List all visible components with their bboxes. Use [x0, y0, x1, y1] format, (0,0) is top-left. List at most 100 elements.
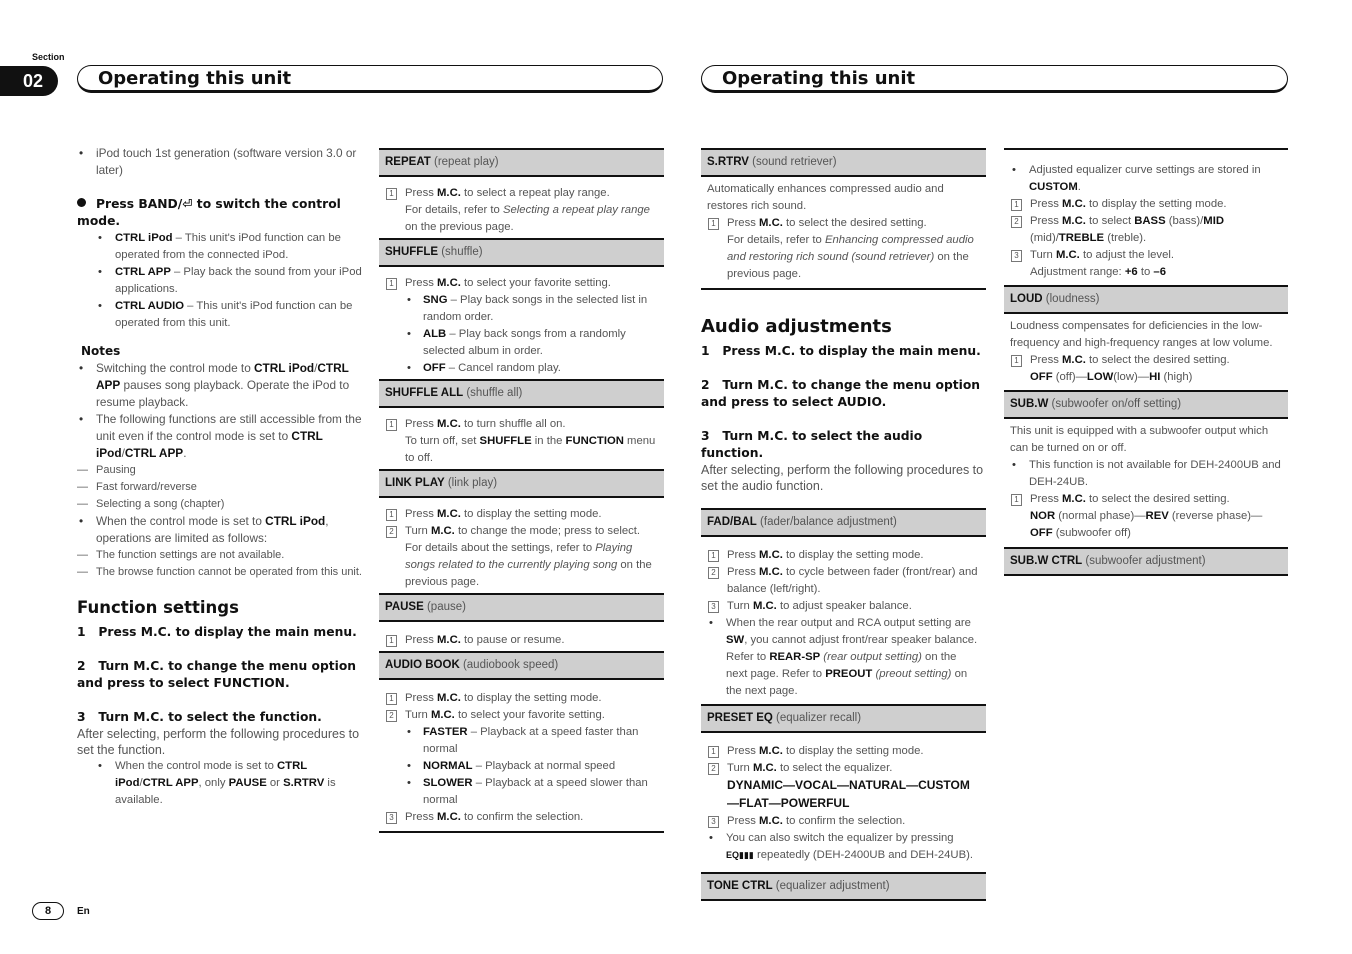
step-number-box: 1 [708, 550, 719, 562]
bold-term: NOR [1030, 510, 1056, 522]
shuffle-option: OFF – Cancel random play. [385, 360, 658, 377]
bold-term: REAR-SP [769, 651, 821, 663]
text-fragment: (treble). [1104, 232, 1147, 244]
numbered-step: 1 Press M.C. to select a repeat play rang… [385, 185, 658, 236]
notes-heading: Notes [81, 344, 121, 358]
text-fragment: You can also switch the equalizer by pre… [726, 832, 954, 844]
text-fragment: Turn M.C. to change the menu option and … [701, 378, 981, 409]
bold-term: M.C. [437, 692, 461, 704]
bold-term: M.C. [437, 634, 461, 646]
after-selecting-text: After selecting, perform the following p… [701, 463, 984, 493]
text-fragment: (subwoofer on/off setting) [1048, 398, 1182, 410]
bold-term: M.C. [1062, 198, 1086, 210]
bold-term: –6 [1153, 266, 1166, 278]
column-1: iPod touch 1st generation (software vers… [77, 145, 362, 809]
text-fragment: (reverse phase)— [1168, 510, 1263, 522]
text-fragment: repeatedly (DEH-2400UB and DEH-24UB). [753, 849, 974, 861]
text-fragment: 2 [77, 659, 86, 673]
text-fragment: – Playback at normal speed [472, 760, 616, 772]
text-fragment: – Play back songs from a randomly select… [423, 328, 626, 357]
numbered-step: 3 Press M.C. to confirm the selection. [385, 809, 658, 826]
text-fragment: Turn M.C. to select the audio function. [701, 429, 923, 460]
step-number-box: 1 [386, 278, 397, 290]
bold-term: M.C. [759, 566, 783, 578]
mode-item: CTRL AUDIO – This unit's iPod function c… [96, 298, 362, 332]
text-fragment: (shuffle) [438, 246, 483, 258]
text-fragment: Press [727, 815, 760, 827]
subw-body: This unit is equipped with a subwoofer o… [1004, 419, 1288, 544]
column-2: REPEAT (repeat play) 1 Press M.C. to sele… [379, 148, 664, 833]
text-fragment: Press [727, 217, 760, 229]
text-fragment: Press [405, 811, 438, 823]
numbered-step: 1 Press M.C. to select your favorite sett… [385, 275, 658, 292]
bold-term: M.C. [430, 709, 455, 721]
text-fragment: Turn [405, 709, 431, 721]
step-number-box: 1 [386, 635, 397, 647]
after-selecting-text: After selecting, perform the following p… [77, 727, 360, 757]
note-subitem: Pausing [77, 462, 362, 479]
text-fragment: Turn [727, 600, 753, 612]
text-fragment: pauses song playback. Operate the iPod t… [96, 378, 350, 409]
text-fragment: Press [405, 187, 438, 199]
page-number: 8 [32, 902, 64, 920]
italic-reference: (rear output setting) [820, 651, 922, 663]
numbered-step: 1 Press M.C. to select the desired settin… [1010, 491, 1282, 542]
numbered-step: 1 Press M.C. to select the desired settin… [707, 215, 980, 283]
text-fragment: to select the desired setting. [1085, 354, 1230, 366]
numbered-step: 1 Press M.C. to display the setting mode. [707, 743, 980, 760]
text-fragment: (sound retriever) [748, 156, 837, 168]
bold-term: SUB.W [1010, 398, 1049, 410]
bold-term: MID [1203, 215, 1225, 227]
step-number-box: 1 [386, 188, 397, 200]
bold-term: M.C. [437, 418, 461, 430]
step-number-box: 2 [1011, 216, 1022, 228]
eq-list: DYNAMIC—VOCAL—NATURAL—CUSTOM—FLAT—POWERF… [727, 778, 970, 810]
numbered-step: 1 Press M.C. to display the setting mode. [1010, 196, 1282, 213]
text-fragment: in the [531, 435, 566, 447]
numbered-step: 3 Turn M.C. to adjust the level. Adjustmen… [1010, 247, 1282, 281]
text-fragment: Press [1030, 198, 1063, 210]
numbered-step: 1 Press M.C. to display the setting mode. [385, 506, 658, 523]
text-fragment: to [1137, 266, 1154, 278]
note-subitem: The browse function cannot be operated f… [77, 564, 362, 581]
press-band-pre: Press BAND/ [96, 197, 183, 211]
step-number-box: 2 [386, 526, 397, 538]
text-fragment: (link play) [444, 477, 498, 489]
text-fragment: Turn [1030, 249, 1056, 261]
step-1: 1 Press M.C. to display the main menu. [701, 343, 986, 360]
text-fragment: (shuffle all) [463, 387, 523, 399]
text-fragment: to adjust the level. [1079, 249, 1175, 261]
text-fragment: to display the setting mode. [782, 549, 924, 561]
text-fragment: to change the mode; press to select. [454, 525, 641, 537]
text-fragment: to display the setting mode. [782, 745, 924, 757]
step-number-box: 1 [386, 419, 397, 431]
numbered-step: 2 Press M.C. to select BASS (bass)/MID (m… [1010, 213, 1282, 247]
text-fragment: (loudness) [1042, 293, 1100, 305]
text-fragment: to select a repeat play range. [460, 187, 610, 199]
bold-term: AUDIO BOOK [385, 659, 460, 671]
note-item: The following functions are still access… [77, 411, 362, 462]
numbered-step: 2 Turn M.C. to select the equalizer. DYNAM… [707, 760, 980, 813]
return-icon: ⏎ [182, 197, 193, 211]
text-fragment: (normal phase)— [1055, 510, 1146, 522]
bold-term: +6 [1124, 266, 1138, 278]
bold-term: OFF [423, 362, 446, 374]
bold-term: SHUFFLE [385, 246, 439, 258]
text-fragment: on the previous page. [405, 221, 514, 233]
ipod-list-item: iPod touch 1st generation (software vers… [77, 145, 362, 179]
function-settings-heading: Function settings [77, 598, 239, 617]
text-fragment: (low)— [1113, 371, 1150, 383]
shuffle-option: SNG – Play back songs in the selected li… [385, 292, 658, 326]
text-fragment: To turn off, set [405, 435, 480, 447]
text-fragment [701, 360, 986, 377]
audio-adjustments-heading: Audio adjustments [701, 316, 892, 337]
text-fragment [701, 290, 986, 318]
text-fragment: to adjust speaker balance. [776, 600, 912, 612]
text-fragment: Press [1030, 215, 1063, 227]
numbered-step: 3 Press M.C. to confirm the selection. [707, 813, 980, 830]
text-fragment [77, 332, 362, 343]
text-fragment: This unit is equipped with a subwoofer o… [1010, 425, 1269, 454]
text-fragment: Press M.C. to display the main menu. [98, 625, 357, 639]
italic-reference: Selecting a repeat play range [502, 204, 650, 216]
srtrv-body: Automatically enhances compressed audio … [701, 177, 986, 285]
